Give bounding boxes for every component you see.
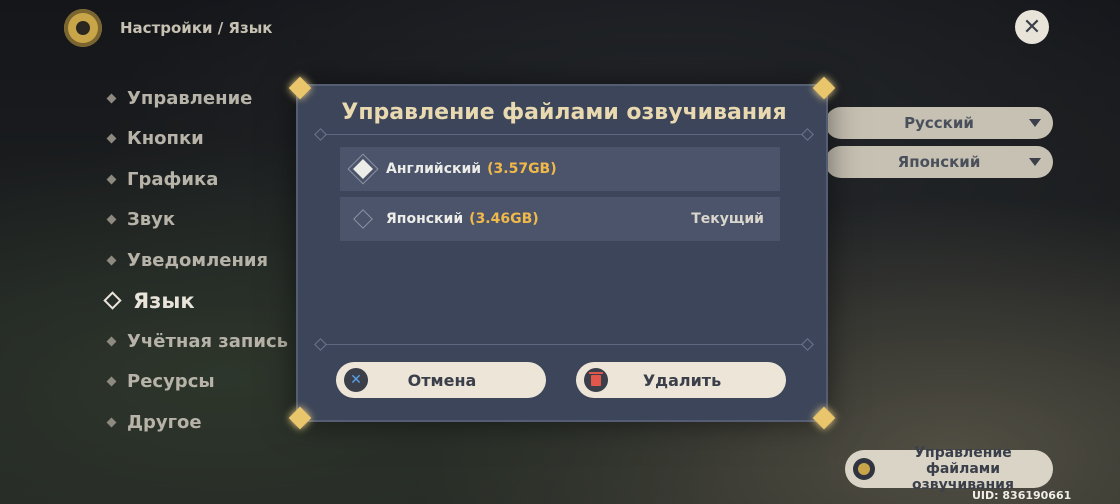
voice-pack-size: (3.46GB): [469, 211, 539, 227]
trash-icon: [584, 368, 608, 392]
nav-item-label: Ресурсы: [127, 371, 215, 393]
bullet-icon: [106, 214, 117, 225]
dropdown-value: Японский: [897, 153, 981, 171]
nav-item-label: Учётная запись: [127, 330, 288, 352]
nav-item-label: Управление: [127, 87, 253, 109]
bullet-icon: [106, 255, 117, 266]
bullet-icon: [106, 336, 117, 347]
voice-files-dialog: Управление файлами озвучивания Английски…: [288, 76, 836, 430]
cancel-label: Отмена: [407, 370, 477, 390]
bullet-icon: [106, 174, 117, 185]
manage-voice-files-button[interactable]: Управление файлами озвучивания: [845, 445, 1053, 493]
bullet-icon: [103, 291, 122, 310]
nav-item-label: Кнопки: [127, 128, 204, 150]
nav-item-label: Язык: [133, 288, 195, 313]
current-badge: Текущий: [691, 211, 764, 227]
voice-pack-size: (3.57GB): [487, 161, 557, 177]
bullet-icon: [106, 93, 117, 104]
checkbox-checked[interactable]: [353, 159, 373, 179]
delete-label: Удалить: [642, 370, 722, 390]
gear-icon: [64, 9, 102, 47]
x-icon: ✕: [344, 368, 368, 392]
voice-language-dropdown[interactable]: Японский: [825, 146, 1053, 178]
nav-item-notifications[interactable]: Уведомления: [106, 240, 288, 281]
close-icon[interactable]: ✕: [1015, 10, 1049, 44]
nav-item-language[interactable]: Язык: [103, 281, 288, 322]
nav-item-label: Графика: [127, 168, 219, 190]
settings-nav: Управление Кнопки Графика Звук Уведомлен…: [103, 78, 288, 443]
bullet-icon: [106, 133, 117, 144]
bullet-icon: [106, 376, 117, 387]
bullet-icon: [106, 417, 117, 428]
header: Настройки / Язык: [64, 9, 273, 47]
dialog-title: Управление файлами озвучивания: [341, 100, 787, 125]
chevron-down-icon: [1029, 119, 1041, 127]
nav-item-other[interactable]: Другое: [106, 402, 288, 443]
delete-button[interactable]: Удалить: [576, 362, 786, 398]
breadcrumb: Настройки / Язык: [120, 19, 273, 37]
checkbox-unchecked[interactable]: [353, 209, 373, 229]
gear-icon: [853, 458, 875, 480]
nav-item-label: Уведомления: [127, 249, 269, 271]
nav-item-resources[interactable]: Ресурсы: [106, 362, 288, 403]
divider: [326, 344, 802, 345]
voice-pack-name: Японский: [386, 211, 464, 227]
nav-item-sound[interactable]: Звук: [106, 200, 288, 241]
manage-voice-files-label: Управление файлами озвучивания: [912, 445, 1014, 493]
voice-pack-english[interactable]: Английский (3.57GB): [340, 147, 780, 191]
nav-item-buttons[interactable]: Кнопки: [106, 119, 288, 160]
divider: [326, 134, 802, 135]
nav-item-controls[interactable]: Управление: [106, 78, 288, 119]
nav-item-account[interactable]: Учётная запись: [106, 321, 288, 362]
nav-item-label: Другое: [127, 411, 202, 433]
dropdown-value: Русский: [904, 114, 974, 132]
chevron-down-icon: [1029, 158, 1041, 166]
nav-item-graphics[interactable]: Графика: [106, 159, 288, 200]
cancel-button[interactable]: ✕ Отмена: [336, 362, 546, 398]
nav-item-label: Звук: [127, 209, 176, 231]
voice-pack-japanese[interactable]: Японский (3.46GB) Текущий: [340, 197, 780, 241]
uid-label: UID: 836190661: [972, 489, 1072, 502]
text-language-dropdown[interactable]: Русский: [825, 107, 1053, 139]
voice-pack-name: Английский: [386, 161, 482, 177]
